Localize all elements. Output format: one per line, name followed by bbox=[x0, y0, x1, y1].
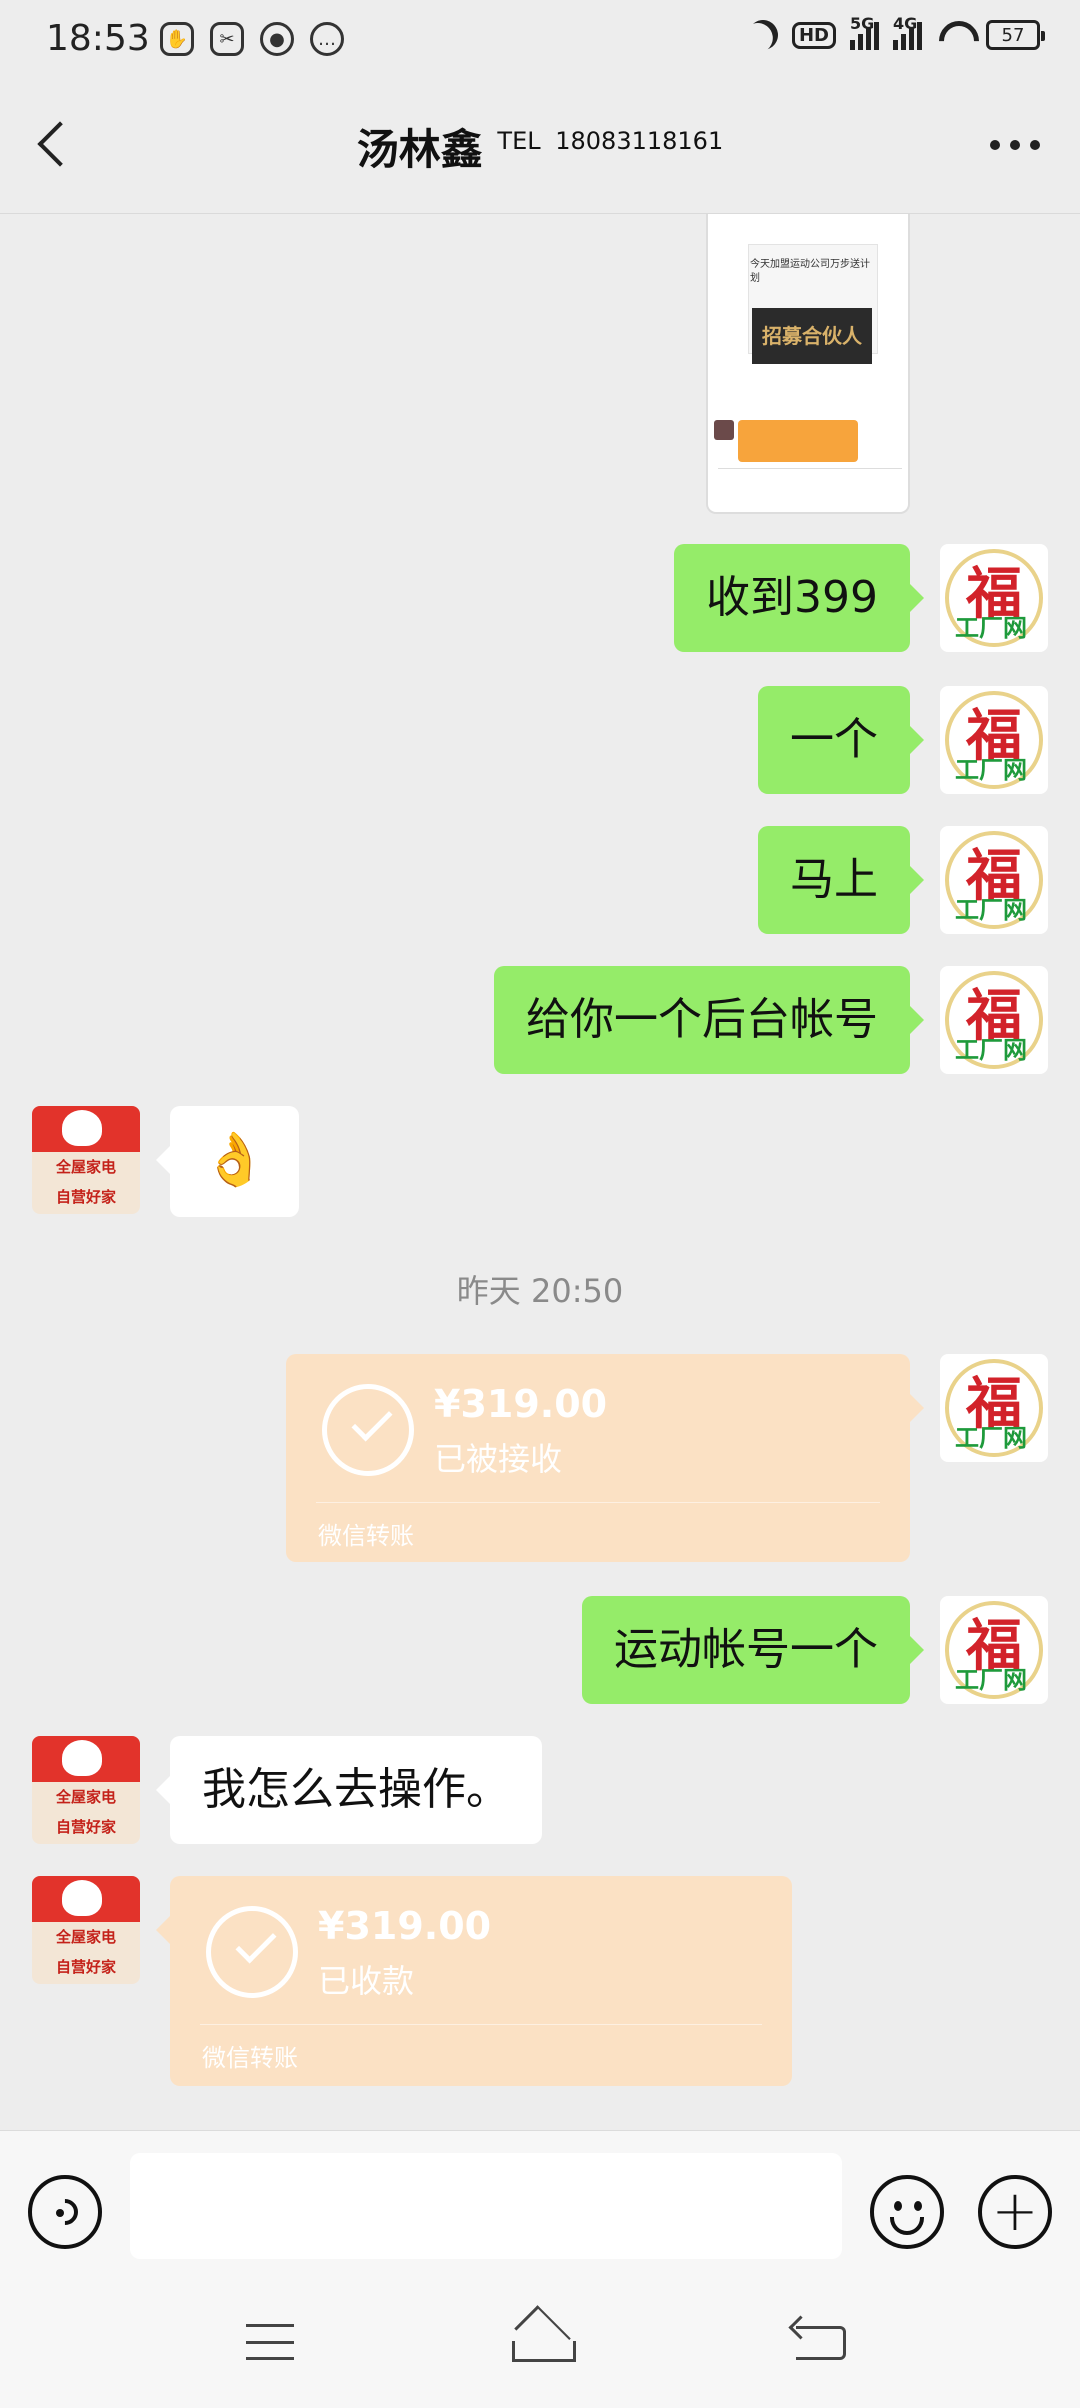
fu-logo-icon: 福工厂网 bbox=[945, 831, 1043, 929]
avatar-line1: 全屋家电 bbox=[55, 1788, 116, 1806]
signal-5g-icon: 5G bbox=[850, 14, 879, 50]
transfer-status: 已被接收 bbox=[434, 1440, 563, 1478]
menu-icon[interactable] bbox=[246, 2324, 294, 2360]
image-transfer-card bbox=[738, 420, 858, 462]
avatar-line1: 全屋家电 bbox=[55, 1158, 116, 1176]
image-text: 今天加盟运动公司万步送计划 bbox=[750, 259, 870, 284]
fu-logo-icon: 福工厂网 bbox=[945, 691, 1043, 789]
avatar-sub: 工厂网 bbox=[955, 1424, 1027, 1452]
image-message[interactable]: 今天加盟运动公司万步送计划 招募合伙人 bbox=[706, 214, 910, 514]
signal-4g-label: 4G bbox=[893, 14, 918, 33]
avatar-line2: 自营好家 bbox=[55, 1958, 116, 1976]
contact-avatar[interactable]: 全屋家电 自营好家 bbox=[32, 1876, 140, 1984]
voice-input-button[interactable] bbox=[28, 2175, 102, 2249]
avatar-sub: 工厂网 bbox=[955, 756, 1027, 784]
avatar-sub: 工厂网 bbox=[955, 614, 1027, 642]
status-bar: 18:53 ✋ ✂ ● … HD 5G 4G 57 bbox=[0, 0, 1080, 84]
timestamp: 昨天 20:50 bbox=[456, 1272, 624, 1310]
avatar-line2: 自营好家 bbox=[55, 1818, 116, 1836]
my-avatar[interactable]: 福工厂网 bbox=[940, 686, 1048, 794]
my-avatar[interactable]: 福工厂网 bbox=[940, 826, 1048, 934]
do-not-disturb-icon bbox=[742, 15, 783, 56]
avatar-sub: 工厂网 bbox=[955, 1666, 1027, 1694]
transfer-divider bbox=[200, 2024, 762, 2025]
ok-hand-emoji: 👌 bbox=[202, 1130, 267, 1190]
fu-logo-icon: 福工厂网 bbox=[945, 1359, 1043, 1457]
chat-header: 汤林鑫 TEL 18083118161 bbox=[0, 84, 1080, 214]
avatar-banner bbox=[32, 1876, 140, 1922]
hd-voice-icon: HD bbox=[791, 21, 836, 49]
avatar-banner bbox=[32, 1736, 140, 1782]
tel-label: TEL bbox=[497, 127, 541, 155]
emoji-button[interactable] bbox=[870, 2175, 944, 2249]
transfer-divider bbox=[316, 1502, 880, 1503]
dog-mascot-icon bbox=[62, 1110, 102, 1146]
plus-button[interactable]: + bbox=[978, 2175, 1052, 2249]
smiley-icon bbox=[894, 2201, 922, 2211]
message-input[interactable] bbox=[130, 2153, 842, 2259]
dog-mascot-icon bbox=[62, 1880, 102, 1916]
back-icon[interactable] bbox=[796, 2326, 846, 2360]
transfer-status: 已收款 bbox=[318, 1962, 415, 2000]
voice-icon bbox=[46, 2193, 84, 2231]
avatar-sub: 工厂网 bbox=[955, 896, 1027, 924]
transfer-card[interactable]: ¥319.00 已被接收 微信转账 bbox=[286, 1354, 924, 1562]
fu-logo-icon: 福工厂网 bbox=[945, 549, 1043, 647]
signal-5g-label: 5G bbox=[850, 14, 875, 33]
avatar-line1: 全屋家电 bbox=[55, 1928, 116, 1946]
contact-avatar[interactable]: 全屋家电 自营好家 bbox=[32, 1736, 140, 1844]
contact-avatar[interactable]: 全屋家电 自营好家 bbox=[32, 1106, 140, 1214]
my-message-bubble[interactable]: 一个 bbox=[758, 686, 924, 794]
avatar-sub: 工厂网 bbox=[955, 1036, 1027, 1064]
contact-phone: 18083118161 bbox=[555, 127, 724, 155]
input-bar: + bbox=[0, 2130, 1080, 2280]
my-message-bubble[interactable]: 运动帐号一个 bbox=[582, 1596, 924, 1704]
battery-icon: 57 bbox=[986, 20, 1045, 50]
wechat-icon: ● bbox=[260, 22, 294, 56]
notification-icons: ✋ ✂ ● … bbox=[160, 22, 344, 56]
scissors-app-icon: ✂ bbox=[210, 22, 244, 56]
voice-dot bbox=[56, 2209, 64, 2217]
status-time: 18:53 bbox=[46, 18, 150, 59]
transfer-footer: 微信转账 bbox=[202, 2044, 298, 2072]
my-message-bubble[interactable]: 马上 bbox=[758, 826, 924, 934]
app-notification-icon: ✋ bbox=[160, 22, 194, 56]
my-avatar[interactable]: 福工厂网 bbox=[940, 544, 1048, 652]
avatar-line2: 自营好家 bbox=[55, 1188, 116, 1206]
fu-logo-icon: 福工厂网 bbox=[945, 971, 1043, 1069]
system-navigation-bar bbox=[0, 2280, 1080, 2408]
my-avatar[interactable]: 福工厂网 bbox=[940, 1596, 1048, 1704]
image-banner: 招募合伙人 bbox=[752, 308, 872, 364]
dog-mascot-icon bbox=[62, 1740, 102, 1776]
wifi-icon bbox=[936, 21, 972, 49]
contact-message-bubble[interactable]: 👌 bbox=[156, 1106, 299, 1217]
image-avatar bbox=[714, 420, 734, 440]
my-avatar[interactable]: 福工厂网 bbox=[940, 966, 1048, 1074]
more-options-icon[interactable] bbox=[990, 140, 1040, 150]
check-circle-icon bbox=[322, 1384, 414, 1476]
fu-logo-icon: 福工厂网 bbox=[945, 1601, 1043, 1699]
chat-area[interactable]: 今天加盟运动公司万步送计划 招募合伙人 收到399 福工厂网 一个 福工厂网 马… bbox=[0, 214, 1080, 2130]
transfer-card[interactable]: ¥319.00 已收款 微信转账 bbox=[156, 1876, 792, 2086]
home-icon[interactable] bbox=[506, 2316, 576, 2362]
my-message-bubble[interactable]: 给你一个后台帐号 bbox=[494, 966, 924, 1074]
check-circle-icon bbox=[206, 1906, 298, 1998]
my-avatar[interactable]: 福工厂网 bbox=[940, 1354, 1048, 1462]
transfer-amount: ¥319.00 bbox=[434, 1382, 608, 1426]
chat-title: 汤林鑫 TEL 18083118161 bbox=[0, 116, 1080, 177]
smiley-mouth bbox=[890, 2217, 924, 2235]
status-right: HD 5G 4G 57 bbox=[748, 14, 1045, 50]
my-message-bubble[interactable]: 收到399 bbox=[674, 544, 924, 652]
transfer-footer: 微信转账 bbox=[318, 1522, 414, 1550]
message-icon: … bbox=[310, 22, 344, 56]
avatar-banner bbox=[32, 1106, 140, 1152]
contact-message-bubble[interactable]: 我怎么去操作。 bbox=[156, 1736, 542, 1844]
contact-name: 汤林鑫 bbox=[356, 125, 483, 174]
image-input-bar bbox=[718, 468, 902, 488]
transfer-amount: ¥319.00 bbox=[318, 1904, 492, 1948]
signal-4g-icon: 4G bbox=[893, 14, 922, 50]
